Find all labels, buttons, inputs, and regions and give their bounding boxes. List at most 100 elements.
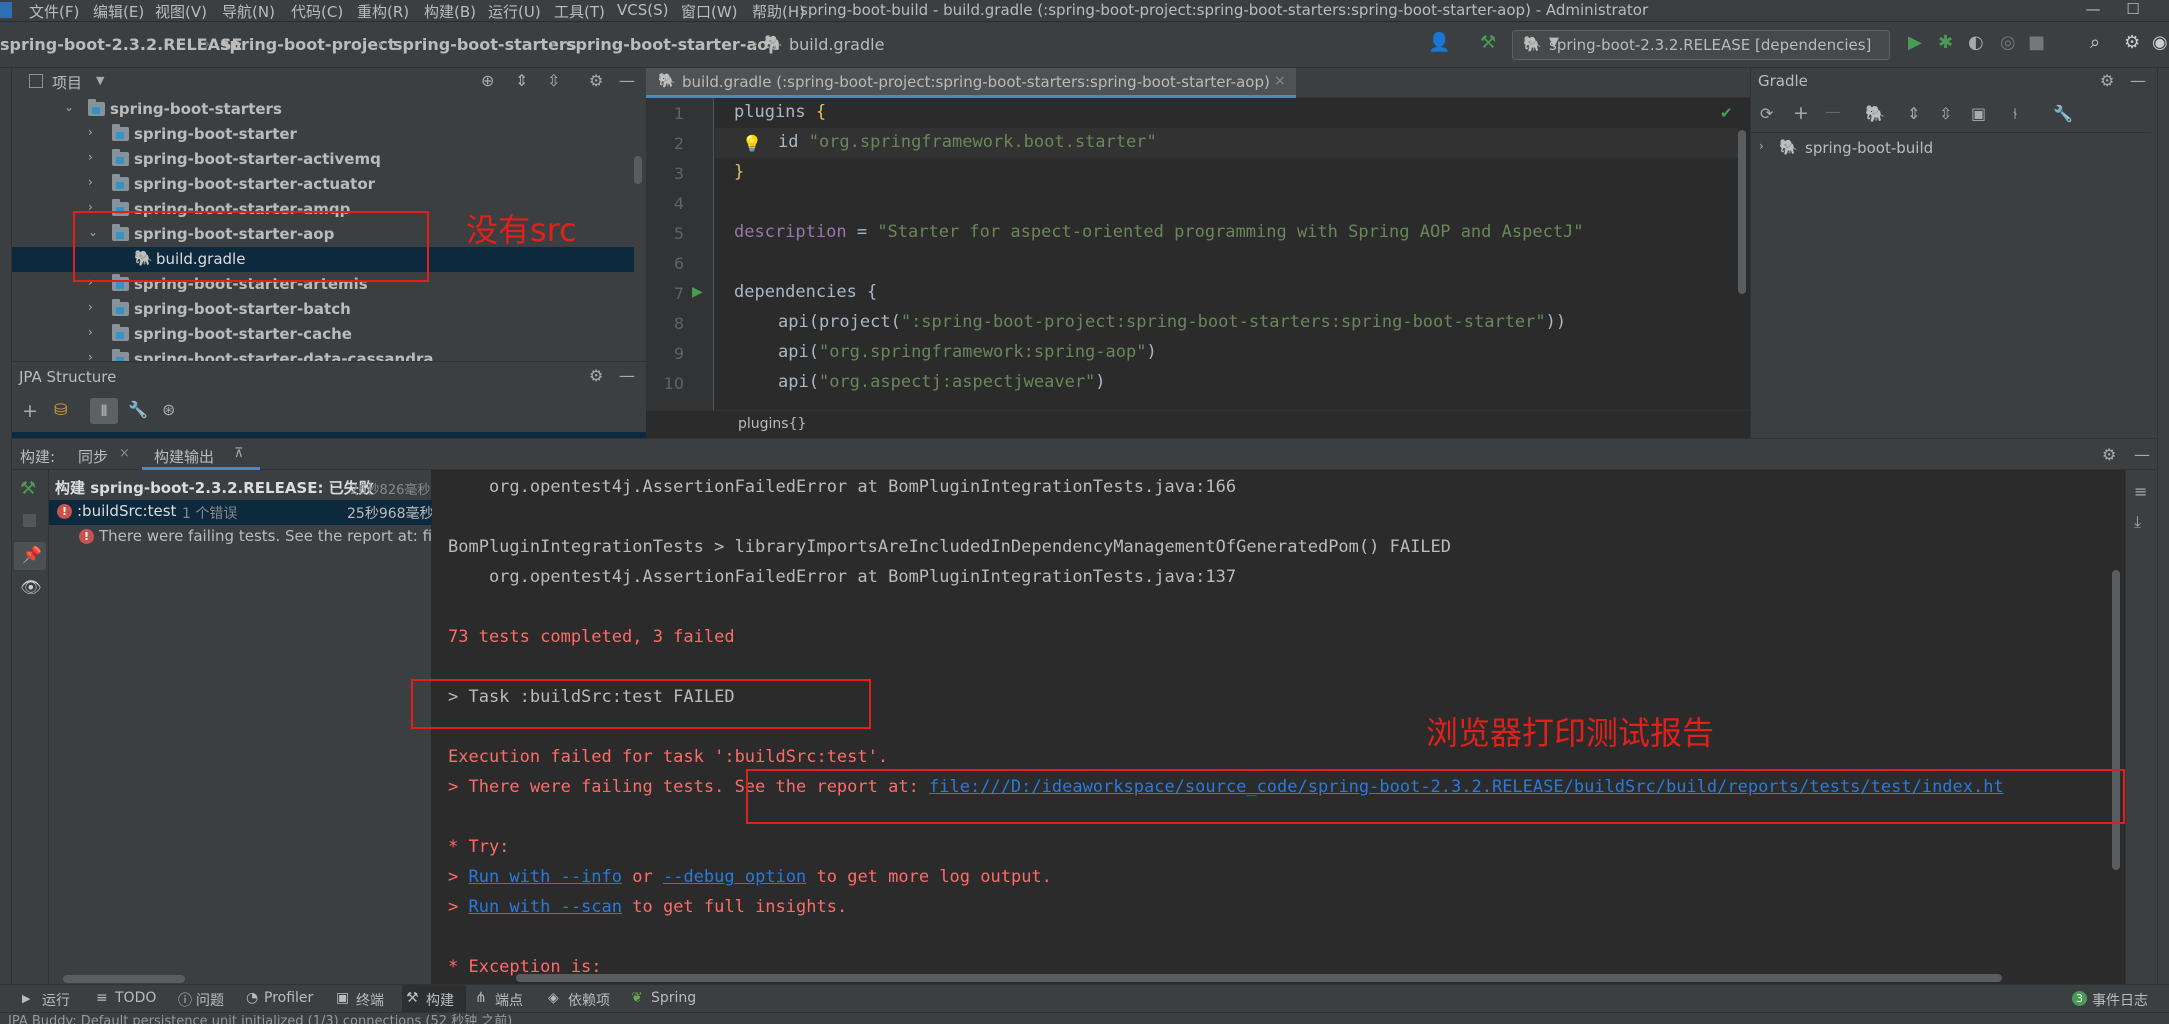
build-tree-task[interactable]: ! :buildSrc:test 1 个错误 25秒968毫秒 xyxy=(49,500,434,525)
collapse-all-icon[interactable]: ⇳ xyxy=(547,71,560,90)
breadcrumb-project[interactable]: spring-boot-project xyxy=(220,35,395,54)
user-icon[interactable]: 👤 xyxy=(1428,32,1450,53)
menu-edit[interactable]: 编辑(E) xyxy=(93,1,144,22)
build-hammer-icon[interactable]: ⚒ xyxy=(20,478,36,499)
chevron-right-icon[interactable]: › xyxy=(88,175,93,189)
run-gutter-icon[interactable]: ▶ xyxy=(692,284,703,300)
chevron-right-icon[interactable]: › xyxy=(1759,139,1764,153)
menu-view[interactable]: 视图(V) xyxy=(155,1,207,22)
menu-build[interactable]: 构建(B) xyxy=(424,1,476,22)
gear-icon[interactable]: ⚙ xyxy=(589,366,603,385)
wrench-icon[interactable]: 🔧 xyxy=(128,400,148,419)
menu-file[interactable]: 文件(F) xyxy=(29,1,79,22)
profile-icon[interactable]: ◎ xyxy=(2000,32,2016,53)
menu-refactor[interactable]: 重构(R) xyxy=(357,1,409,22)
tool-endpoints[interactable]: ⋔ 端点 xyxy=(475,985,535,1012)
add-icon[interactable]: + xyxy=(1793,102,1809,124)
expand-all-icon[interactable]: ⇕ xyxy=(1907,104,1920,123)
stop-icon[interactable]: ■ xyxy=(2028,32,2045,53)
wrench-icon[interactable]: 🔧 xyxy=(2053,104,2073,123)
tree-item-spring-boot-starter[interactable]: › spring-boot-starter xyxy=(12,122,634,147)
hide-icon[interactable]: — xyxy=(2130,71,2146,90)
build-tree-scrollbar[interactable] xyxy=(63,975,185,983)
tool-event-log[interactable]: 3 事件日志 xyxy=(2070,985,2168,1012)
add-icon[interactable]: + xyxy=(22,400,38,422)
tree-item-spring-boot-starter-data-cassandra[interactable]: › spring-boot-starter-data-cassandra xyxy=(12,347,634,361)
chevron-down-icon[interactable]: ▼ xyxy=(96,74,104,87)
pin-icon[interactable]: ⊼ xyxy=(234,446,244,461)
tab-sync[interactable]: 同步 xyxy=(78,446,108,467)
tree-item-spring-boot-starter-activemq[interactable]: › spring-boot-starter-activemq xyxy=(12,147,634,172)
tool-dependencies[interactable]: ◈ 依赖项 xyxy=(548,985,618,1012)
debug-option-link[interactable]: --debug option xyxy=(663,867,806,887)
hide-icon[interactable]: — xyxy=(619,71,635,90)
editor-scrollbar[interactable] xyxy=(1738,130,1746,294)
crosshair-icon[interactable]: ⊛ xyxy=(162,400,175,419)
refresh-icon[interactable]: ⟳ xyxy=(1760,104,1773,123)
tree-item-spring-boot-starter-cache[interactable]: › spring-boot-starter-cache xyxy=(12,322,634,347)
gear-icon[interactable]: ⚙ xyxy=(2102,445,2116,464)
stop-icon[interactable] xyxy=(23,514,36,527)
remove-icon[interactable]: — xyxy=(1825,102,1841,121)
gear-icon[interactable]: ⚙ xyxy=(2100,71,2114,90)
breadcrumb-file[interactable]: build.gradle xyxy=(789,35,884,54)
pin-tab-button[interactable]: 📌 xyxy=(14,542,46,570)
gear-icon[interactable]: ⚙ xyxy=(589,71,603,90)
toggle-offline-icon[interactable]: ⫮ xyxy=(2013,104,2017,124)
menu-tools[interactable]: 工具(T) xyxy=(554,1,605,22)
breadcrumb-starters[interactable]: spring-boot-starters xyxy=(393,35,576,54)
tool-todo[interactable]: ≡ TODO xyxy=(96,985,166,1012)
chevron-down-icon[interactable]: ⌄ xyxy=(64,100,74,114)
expand-all-icon[interactable]: ⇕ xyxy=(515,71,528,90)
close-icon[interactable]: × xyxy=(119,446,130,461)
tree-item-spring-boot-starter-batch[interactable]: › spring-boot-starter-batch xyxy=(12,297,634,322)
tool-build[interactable]: ⚒ 构建 xyxy=(402,985,466,1012)
menu-vcs[interactable]: VCS(S) xyxy=(617,1,668,19)
gradle-elephant-icon[interactable]: 🐘 xyxy=(1865,104,1885,123)
tool-terminal[interactable]: ▣ 终端 xyxy=(336,985,396,1012)
tool-problems[interactable]: ⓘ 问题 xyxy=(178,985,242,1012)
debug-icon[interactable]: ✱ xyxy=(1938,32,1953,53)
run-icon[interactable]: ▶ xyxy=(1908,32,1922,53)
menu-run[interactable]: 运行(U) xyxy=(488,1,541,22)
tree-item-spring-boot-starter-actuator[interactable]: › spring-boot-starter-actuator xyxy=(12,172,634,197)
chevron-right-icon[interactable]: › xyxy=(88,300,93,314)
scroll-to-end-icon[interactable]: ⤓ xyxy=(2134,512,2141,532)
menu-window[interactable]: 窗口(W) xyxy=(681,1,738,22)
hide-icon[interactable]: — xyxy=(619,366,635,385)
tool-run[interactable]: ▶ 运行 xyxy=(22,985,82,1012)
locate-icon[interactable]: ⊕ xyxy=(481,71,494,90)
menu-navigate[interactable]: 导航(N) xyxy=(222,1,275,22)
chevron-right-icon[interactable]: › xyxy=(88,125,93,139)
editor-tab-build-gradle[interactable]: 🐘 build.gradle (:spring-boot-project:spr… xyxy=(646,68,1296,98)
menu-help[interactable]: 帮助(H) xyxy=(752,1,805,22)
ide-update-icon[interactable]: ◉ xyxy=(2152,32,2168,53)
menu-code[interactable]: 代码(C) xyxy=(291,1,343,22)
tool-spring[interactable]: ❦ Spring xyxy=(631,985,711,1012)
run-with-info-link[interactable]: Run with --info xyxy=(468,867,622,887)
code-editor[interactable]: 1 2 3 4 5 6 7 8 9 10 ▶ 💡 plugins { id "o… xyxy=(646,98,1750,410)
gear-icon[interactable]: ⚙ xyxy=(2124,32,2140,53)
coverage-icon[interactable]: ◐ xyxy=(1968,32,1984,53)
build-tree-root[interactable]: 构建 spring-boot-2.3.2.RELEASE: 已失败 26秒826… xyxy=(49,475,432,500)
add-entity-icon[interactable]: ⛁ xyxy=(54,400,67,419)
soft-wrap-icon[interactable]: ≡ xyxy=(2134,482,2147,501)
project-scrollbar[interactable] xyxy=(634,156,642,184)
chevron-right-icon[interactable]: › xyxy=(88,325,93,339)
minimize-icon[interactable]: — xyxy=(2073,0,2113,22)
build-tree-error[interactable]: ! There were failing tests. See the repo… xyxy=(49,525,432,550)
maximize-icon[interactable]: ☐ xyxy=(2113,0,2153,22)
tree-item-spring-boot-starters[interactable]: ⌄ spring-boot-starters xyxy=(12,97,634,122)
console-scrollbar[interactable] xyxy=(2112,570,2120,870)
editor-breadcrumb-label[interactable]: plugins{} xyxy=(738,416,806,432)
project-panel-title[interactable]: 项目 xyxy=(52,72,82,93)
run-with-scan-link[interactable]: Run with --scan xyxy=(468,897,622,917)
tool-profiler[interactable]: ◔ Profiler xyxy=(246,985,326,1012)
run-configuration-select[interactable]: 🐘 spring-boot-2.3.2.RELEASE [dependencie… xyxy=(1512,30,1890,60)
build-hammer-icon[interactable]: ⚒ xyxy=(1480,32,1496,53)
hide-icon[interactable]: — xyxy=(2134,445,2150,464)
gradle-tree-root[interactable]: › 🐘 spring-boot-build xyxy=(1751,136,2151,161)
eye-icon[interactable]: 👁 xyxy=(20,578,42,598)
lightbulb-icon[interactable]: 💡 xyxy=(742,134,762,153)
close-icon[interactable]: × xyxy=(1274,73,1286,89)
